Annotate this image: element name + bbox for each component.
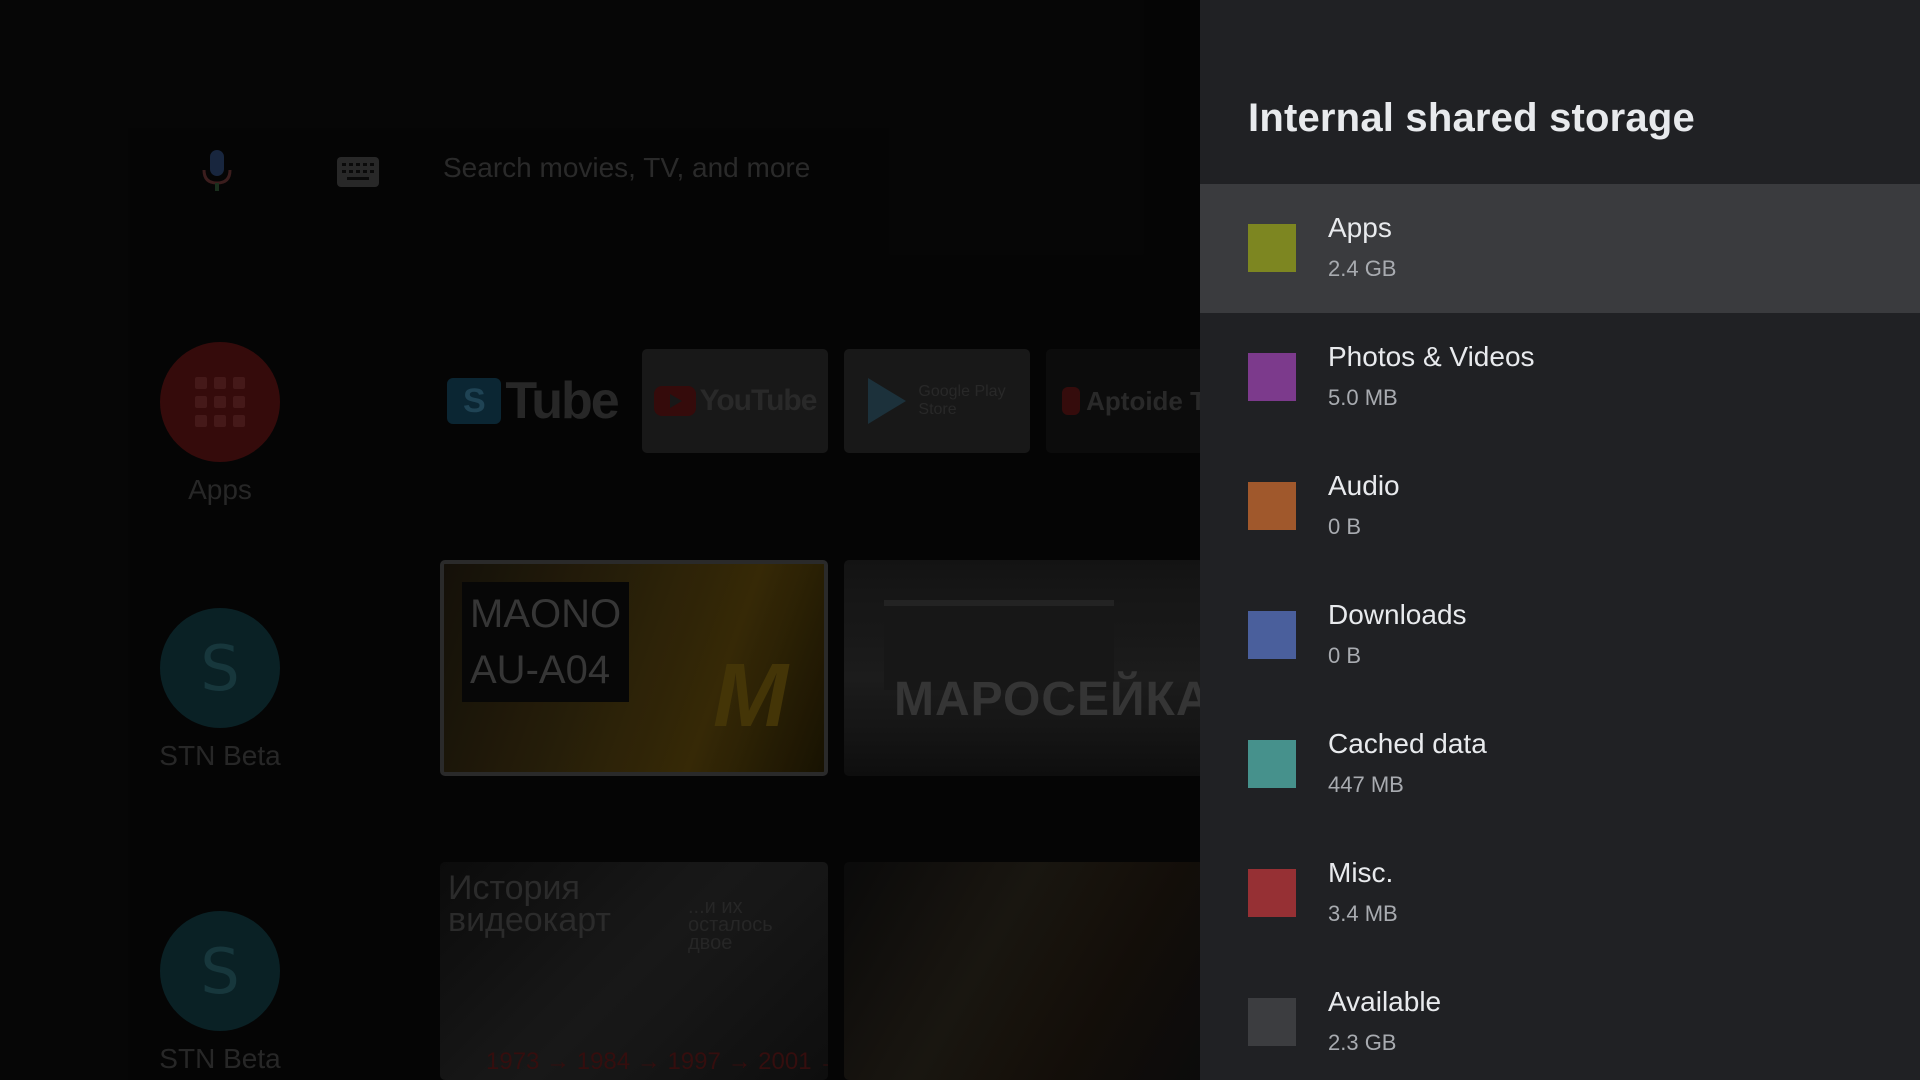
storage-item-label: Photos & Videos [1328,341,1535,372]
youtube-play-icon [653,386,696,416]
storage-item-size: 0 B [1328,643,1362,668]
storage-item-label: Cached data [1328,728,1487,759]
storage-category-list: Apps 2.4 GB Photos & Videos 5.0 MB Audio… [1200,184,1920,1080]
storage-item-downloads[interactable]: Downloads 0 B [1200,571,1920,700]
maono-logo-icon: M [713,646,788,746]
video-card-people[interactable] [844,862,1200,1080]
video-card-title: История видеокарт [448,869,611,939]
video-card-timeline: 1973 → 1984 → 1997 → 2001 → 20 [486,1048,828,1075]
microphone-icon[interactable] [199,148,235,194]
video-card-title: MAONO AU-A04 [462,582,630,702]
color-swatch [1248,740,1296,788]
color-swatch [1248,482,1296,530]
app-tile-stube[interactable]: S Tube [440,349,625,453]
color-swatch [1248,224,1296,272]
keyboard-icon[interactable] [337,157,379,187]
storage-item-size: 5.0 MB [1328,385,1398,410]
app-tile-google-play-store[interactable]: Google Play Store [844,349,1030,453]
storage-item-label: Apps [1328,212,1392,243]
sidebar-item-label: Apps [188,474,252,505]
storage-item-size: 0 B [1328,514,1362,539]
sidebar-item-apps[interactable]: Apps [159,342,281,506]
storage-item-available[interactable]: Available 2.3 GB [1200,958,1920,1080]
video-card-gpu-history[interactable]: История видеокарт ...и их осталось двое … [440,862,828,1080]
color-swatch [1248,869,1296,917]
search-input[interactable]: Search movies, TV, and more [443,152,810,184]
storage-item-label: Misc. [1328,857,1394,888]
sidebar-item-label: STN Beta [159,740,281,771]
video-card-title: МАРОСЕЙКА [894,673,1200,726]
storage-item-cached-data[interactable]: Cached data 447 MB [1200,700,1920,829]
storage-item-photos-videos[interactable]: Photos & Videos 5.0 MB [1200,313,1920,442]
app-tile-youtube[interactable]: YouTube [642,349,828,453]
sidebar-item-stn-beta[interactable]: S STN Beta [159,608,281,772]
storage-item-label: Audio [1328,470,1400,501]
video-card-subtitle: ...и их осталось двое [688,896,773,954]
apps-grid-icon [160,342,280,462]
launcher-home-background: Search movies, TV, and more Apps S STN B… [0,0,1200,1080]
stube-logo-icon: S [447,378,502,424]
video-card-maono[interactable]: MAONO AU-A04 M [440,560,828,776]
storage-item-size: 3.4 MB [1328,901,1398,926]
sidebar-item-stn-beta-2[interactable]: S STN Beta [159,911,281,1075]
storage-item-audio[interactable]: Audio 0 B [1200,442,1920,571]
stn-beta-logo-icon: S [160,608,280,728]
storage-item-size: 447 MB [1328,772,1404,797]
stn-beta-logo-icon: S [160,911,280,1031]
storage-item-misc[interactable]: Misc. 3.4 MB [1200,829,1920,958]
color-swatch [1248,353,1296,401]
storage-item-label: Available [1328,986,1442,1017]
storage-item-label: Downloads [1328,599,1467,630]
google-play-icon [868,378,907,424]
storage-item-size: 2.4 GB [1328,256,1397,281]
storage-side-panel: Internal shared storage Apps 2.4 GB Phot… [1200,0,1920,1080]
color-swatch [1248,998,1296,1046]
storage-item-apps[interactable]: Apps 2.4 GB [1200,184,1920,313]
aptoide-logo-icon [1062,387,1081,415]
panel-title: Internal shared storage [1248,96,1695,140]
app-tile-aptoide-tv[interactable]: Aptoide T [1046,349,1200,453]
video-card-marosejka[interactable]: МАРОСЕЙКА [844,560,1200,776]
color-swatch [1248,611,1296,659]
storage-item-size: 2.3 GB [1328,1030,1397,1055]
sidebar-item-label: STN Beta [159,1043,281,1074]
